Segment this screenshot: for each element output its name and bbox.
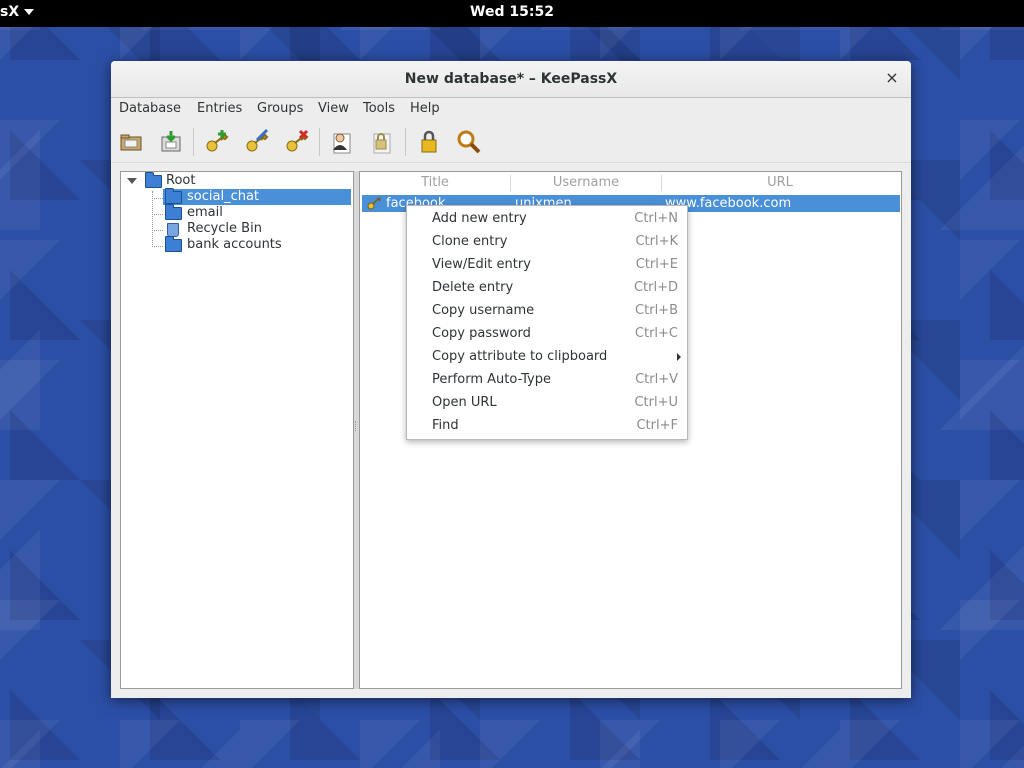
tree-guide-line — [152, 214, 163, 215]
recycle-bin-icon — [167, 223, 179, 237]
menu-item-delete-entry[interactable]: Delete entry Ctrl+D — [407, 276, 687, 299]
folder-icon — [165, 204, 182, 220]
tree-item-recycle-bin[interactable]: Recycle Bin — [163, 221, 351, 237]
menu-item-shortcut: Ctrl+N — [634, 211, 678, 226]
column-header-username[interactable]: Username — [511, 172, 661, 194]
tree-item-label: Root — [166, 173, 196, 188]
tree-guide-line — [152, 191, 153, 247]
open-database-icon[interactable] — [117, 128, 145, 156]
menu-item-label: Clone entry — [432, 234, 508, 249]
tree-item-label: Recycle Bin — [187, 221, 262, 236]
tree-guide-line — [152, 230, 163, 231]
clock[interactable]: Wed 15:52 — [0, 4, 1024, 20]
add-entry-icon[interactable] — [203, 128, 231, 156]
menu-item-shortcut: Ctrl+C — [634, 326, 678, 341]
menu-item-find[interactable]: Find Ctrl+F — [407, 414, 687, 437]
menu-item-shortcut: Ctrl+K — [635, 234, 678, 249]
menu-item-label: Delete entry — [432, 280, 514, 295]
search-icon[interactable] — [455, 128, 483, 156]
toolbar-separator — [405, 128, 406, 156]
menu-item-shortcut: Ctrl+E — [635, 257, 678, 272]
menu-item-clone-entry[interactable]: Clone entry Ctrl+K — [407, 230, 687, 253]
menu-database[interactable]: Database — [119, 101, 181, 116]
tree-guide-line — [152, 246, 163, 247]
tree-guide-line — [152, 198, 163, 199]
delete-entry-icon[interactable] — [283, 128, 311, 156]
menu-groups[interactable]: Groups — [257, 101, 303, 116]
save-database-icon[interactable] — [157, 128, 185, 156]
lock-database-icon[interactable] — [415, 128, 443, 156]
column-header-title[interactable]: Title — [360, 172, 510, 194]
toolbar-separator — [319, 128, 320, 156]
copy-username-icon[interactable] — [327, 128, 355, 156]
menu-tools[interactable]: Tools — [363, 101, 395, 116]
menu-item-copy-attribute[interactable]: Copy attribute to clipboard — [407, 345, 687, 368]
folder-icon — [165, 188, 182, 204]
menu-item-shortcut: Ctrl+F — [636, 418, 678, 433]
menu-item-label: Add new entry — [432, 211, 527, 226]
menu-item-copy-password[interactable]: Copy password Ctrl+C — [407, 322, 687, 345]
menu-bar: Database Entries Groups View Tools Help — [111, 98, 911, 122]
tree-item-label: social_chat — [187, 189, 260, 204]
menu-item-label: View/Edit entry — [432, 257, 531, 272]
menu-entries[interactable]: Entries — [197, 101, 242, 116]
tree-item-social-chat[interactable]: social_chat — [163, 188, 351, 205]
menu-item-shortcut: Ctrl+V — [635, 372, 678, 387]
collapse-arrow-icon[interactable] — [127, 178, 137, 184]
tree-item-email[interactable]: email — [163, 204, 351, 221]
column-header-url[interactable]: URL — [662, 172, 898, 194]
tree-item-root[interactable]: Root — [145, 172, 245, 189]
top-bar: sX Wed 15:52 — [0, 0, 1024, 27]
tree-item-label: bank accounts — [187, 237, 282, 252]
folder-icon — [165, 236, 182, 252]
menu-item-label: Copy password — [432, 326, 531, 341]
menu-item-open-url[interactable]: Open URL Ctrl+U — [407, 391, 687, 414]
menu-item-shortcut: Ctrl+U — [634, 395, 678, 410]
menu-item-add-new-entry[interactable]: Add new entry Ctrl+N — [407, 207, 687, 230]
menu-item-label: Copy attribute to clipboard — [432, 349, 608, 364]
context-menu: Add new entry Ctrl+N Clone entry Ctrl+K … — [406, 205, 688, 440]
submenu-arrow-icon — [677, 353, 681, 361]
menu-item-shortcut: Ctrl+D — [633, 280, 678, 295]
menu-item-label: Find — [432, 418, 459, 433]
menu-item-label: Open URL — [432, 395, 497, 410]
menu-help[interactable]: Help — [410, 101, 440, 116]
close-button[interactable]: × — [883, 69, 901, 87]
folder-icon — [145, 172, 162, 188]
menu-view[interactable]: View — [318, 101, 349, 116]
toolbar-separator — [193, 128, 194, 156]
window-title: New database* – KeePassX — [404, 71, 618, 87]
menu-item-label: Perform Auto-Type — [432, 372, 551, 387]
menu-item-view-edit-entry[interactable]: View/Edit entry Ctrl+E — [407, 253, 687, 276]
toolbar — [111, 122, 911, 163]
menu-item-perform-auto-type[interactable]: Perform Auto-Type Ctrl+V — [407, 368, 687, 391]
tree-item-bank-accounts[interactable]: bank accounts — [163, 236, 351, 253]
menu-item-copy-username[interactable]: Copy username Ctrl+B — [407, 299, 687, 322]
key-icon — [367, 197, 381, 210]
title-bar[interactable]: New database* – KeePassX × — [111, 61, 911, 98]
menu-item-label: Copy username — [432, 303, 535, 318]
copy-password-icon[interactable] — [367, 128, 395, 156]
menu-item-shortcut: Ctrl+B — [635, 303, 678, 318]
tree-item-label: email — [187, 205, 223, 220]
group-tree[interactable]: Root social_chat email Recycle Bin bank … — [120, 171, 354, 689]
edit-entry-icon[interactable] — [243, 128, 271, 156]
